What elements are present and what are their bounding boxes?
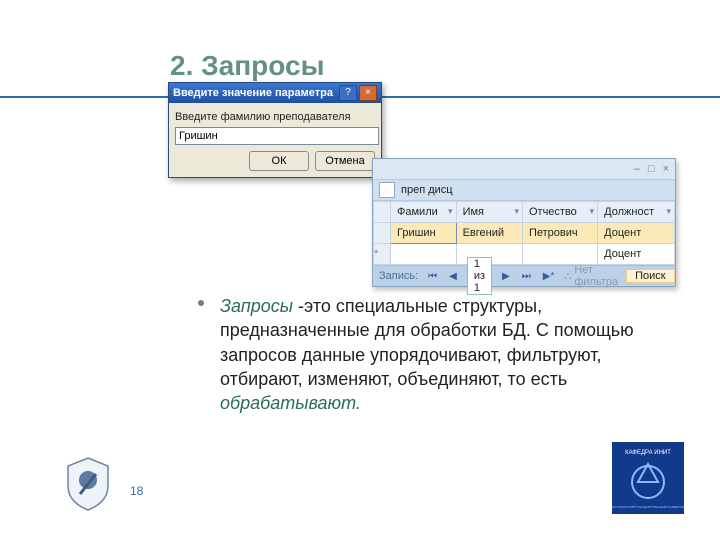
new-row-marker[interactable]: * xyxy=(374,244,391,265)
cell-position[interactable]: Доцент xyxy=(598,223,675,244)
col-header-surname[interactable]: Фамили▾ xyxy=(391,202,457,223)
dialog-close-icon[interactable]: × xyxy=(359,85,377,101)
row-selector[interactable] xyxy=(374,223,391,244)
cell-name[interactable]: Евгений xyxy=(456,223,522,244)
nav-prev-button[interactable]: ◀ xyxy=(447,271,459,282)
nav-last-button[interactable]: ⏭ xyxy=(520,271,533,282)
window-minimize-icon[interactable]: – xyxy=(634,163,640,175)
cell-patronymic[interactable] xyxy=(522,244,597,265)
cell-position[interactable]: Доцент xyxy=(598,244,675,265)
col-header-name[interactable]: Имя▾ xyxy=(456,202,522,223)
record-navigator: Запись: ⏮ ◀ 1 из 1 ▶ ⏭ ▶* ⛬Нет фильтра П… xyxy=(373,265,675,286)
tab-title: преп дисц xyxy=(401,184,453,196)
row-selector-header[interactable] xyxy=(374,202,391,223)
bullet-tail-term: обрабатывают. xyxy=(220,393,361,413)
table-row[interactable]: Гришин Евгений Петрович Доцент xyxy=(374,223,675,244)
ok-button[interactable]: ОК xyxy=(249,151,309,171)
slide-title: 2. Запросы xyxy=(170,50,324,82)
nav-next-button[interactable]: ▶ xyxy=(500,271,512,282)
nav-new-button[interactable]: ▶* xyxy=(541,271,557,282)
bullet-paragraph: Запросы -это специальные структуры, пред… xyxy=(220,294,670,415)
cancel-button[interactable]: Отмена xyxy=(315,151,375,171)
col-header-patronymic[interactable]: Отчество▾ xyxy=(522,202,597,223)
dialog-input[interactable] xyxy=(175,127,379,145)
cell-patronymic[interactable]: Петрович xyxy=(522,223,597,244)
nav-first-button[interactable]: ⏮ xyxy=(426,271,439,282)
nav-position[interactable]: 1 из 1 xyxy=(467,257,492,295)
col-header-position[interactable]: Должност▾ xyxy=(598,202,675,223)
nav-label: Запись: xyxy=(379,270,418,282)
chevron-down-icon[interactable]: ▾ xyxy=(448,206,453,217)
dialog-title: Введите значение параметра xyxy=(173,87,333,99)
datasheet-grid[interactable]: Фамили▾ Имя▾ Отчество▾ Должност▾ Гришин … xyxy=(373,201,675,265)
filter-icon: ⛬ xyxy=(564,271,571,282)
parameter-dialog: Введите значение параметра ? × Введите ф… xyxy=(168,82,382,178)
page-number: 18 xyxy=(130,484,143,498)
dialog-help-icon[interactable]: ? xyxy=(339,85,357,101)
datasheet-window: – □ × преп дисц Фамили▾ Имя▾ Отчество▾ Д… xyxy=(372,158,676,287)
slide: 2. Запросы Введите значение параметра ? … xyxy=(0,0,720,540)
cell-surname[interactable]: Гришин xyxy=(391,223,457,244)
cell-surname[interactable] xyxy=(391,244,457,265)
bullet-dot-icon xyxy=(198,300,204,306)
department-logo-icon: КАФЕДРА ИНИТ ЮЖНО-УРАЛЬСКИЙ ГОСУДАРСТВЕН… xyxy=(612,442,684,514)
table-row-new[interactable]: * Доцент xyxy=(374,244,675,265)
datasheet-tab[interactable]: преп дисц xyxy=(373,180,675,201)
university-crest-icon xyxy=(64,456,112,512)
bullet-lead-term: Запросы xyxy=(220,296,293,316)
nav-filter[interactable]: ⛬Нет фильтра xyxy=(564,264,618,288)
chevron-down-icon[interactable]: ▾ xyxy=(590,206,595,217)
svg-text:ЮЖНО-УРАЛЬСКИЙ ГОСУДАРСТВЕННЫЙ: ЮЖНО-УРАЛЬСКИЙ ГОСУДАРСТВЕННЫЙ УНИВЕРСИТ… xyxy=(612,505,684,509)
chevron-down-icon[interactable]: ▾ xyxy=(666,206,671,217)
nav-search[interactable]: Поиск xyxy=(626,269,674,283)
dialog-titlebar[interactable]: Введите значение параметра ? × xyxy=(169,83,381,103)
query-icon xyxy=(379,182,395,198)
window-restore-icon[interactable]: □ xyxy=(648,163,655,175)
dialog-prompt: Введите фамилию преподавателя xyxy=(175,111,375,123)
window-close-icon[interactable]: × xyxy=(663,163,669,175)
chevron-down-icon[interactable]: ▾ xyxy=(514,206,519,217)
svg-text:КАФЕДРА ИНИТ: КАФЕДРА ИНИТ xyxy=(625,450,671,456)
